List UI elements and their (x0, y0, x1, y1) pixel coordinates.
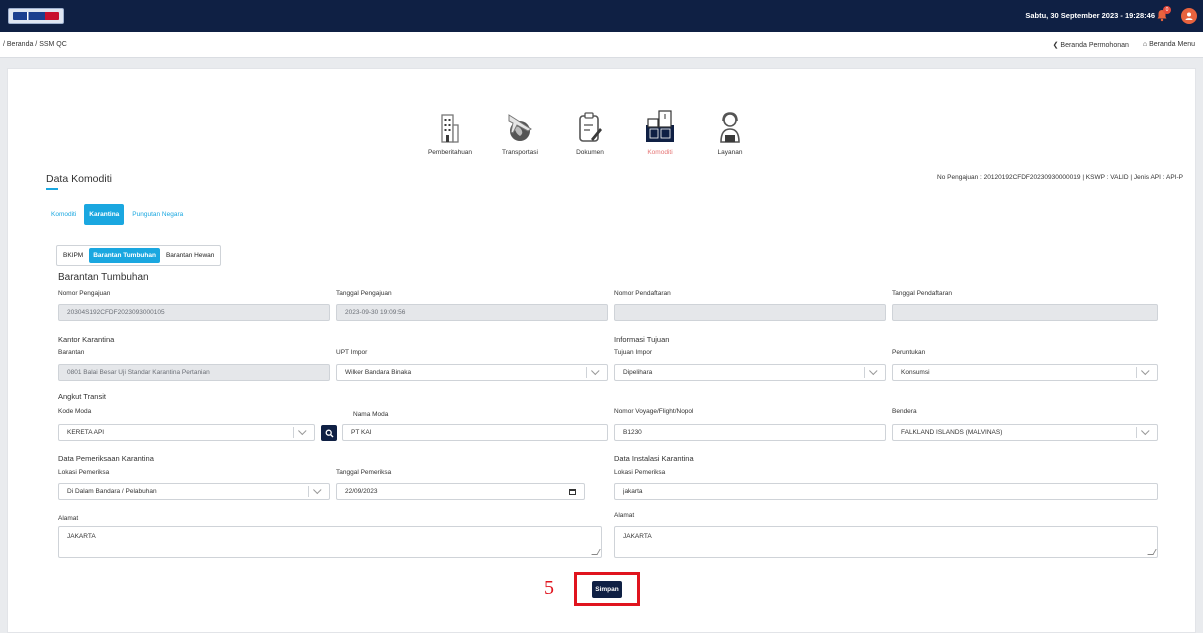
tab-pungutan-negara[interactable]: Pungutan Negara (127, 207, 188, 222)
tanggal-pengajuan-label: Tanggal Pengajuan (336, 290, 392, 297)
tab-karantina[interactable]: Karantina (84, 204, 125, 225)
tanggal-pemeriksa-input[interactable]: 22/09/2023 (336, 483, 585, 500)
resize-handle-icon[interactable] (1147, 549, 1157, 555)
chevron-down-icon (313, 485, 322, 494)
bendera-label: Bendera (892, 408, 917, 415)
support-agent-icon (695, 103, 765, 143)
search-icon (325, 429, 333, 437)
step-dokumen[interactable]: Dokumen (555, 103, 625, 156)
breadcrumb-bar: / Beranda / SSM QC ❮ Beranda Permohonan … (0, 32, 1203, 58)
lokasi-pemeriksa-2-input[interactable]: jakarta (614, 483, 1158, 500)
step-pemberitahuan[interactable]: Pemberitahuan (415, 103, 485, 156)
chevron-down-icon (591, 366, 600, 375)
tanggal-pendaftaran-label: Tanggal Pendaftaran (892, 290, 952, 297)
boxes-icon (625, 103, 695, 143)
alamat-label: Alamat (58, 515, 79, 522)
subtab-barantan-hewan[interactable]: Barantan Hewan (162, 248, 218, 263)
quarantine-subtabs: BKIPM Barantan Tumbuhan Barantan Hewan (56, 245, 222, 266)
upt-impor-select[interactable]: Wilker Bandara Binaka (336, 364, 608, 381)
nomor-pendaftaran-field (614, 304, 886, 321)
calendar-icon[interactable] (569, 488, 576, 495)
voyage-label: Nomor Voyage/Flight/Nopol (614, 408, 694, 415)
peruntukan-label: Peruntukan (892, 349, 926, 356)
title-underline (46, 188, 58, 190)
pemeriksaan-karantina-title: Data Pemeriksaan Karantina (58, 454, 154, 463)
step-label: Pemberitahuan (427, 149, 473, 156)
page-title: Data Komoditi (46, 173, 112, 185)
tujuan-impor-select[interactable]: Dipelihara (614, 364, 886, 381)
barantan-label: Barantan (58, 349, 85, 356)
main-tabs: Komoditi Karantina Pungutan Negara (46, 204, 188, 225)
peruntukan-select[interactable]: Konsumsi (892, 364, 1158, 381)
alamat-2-textarea[interactable]: JAKARTA (614, 526, 1158, 558)
chevron-down-icon (298, 426, 307, 435)
beranda-menu-link[interactable]: ⌂ Beranda Menu (1143, 41, 1195, 49)
bendera-select[interactable]: FALKLAND ISLANDS (MALVINAS) (892, 424, 1158, 441)
step-label: Dokumen (576, 149, 604, 156)
top-navbar: Sabtu, 30 September 2023 - 19:28:46 0 (0, 0, 1203, 32)
resize-handle-icon[interactable] (591, 549, 601, 555)
step-transportasi[interactable]: Transportasi (485, 103, 555, 156)
search-moda-button[interactable] (321, 425, 337, 441)
notification-badge: 0 (1163, 6, 1171, 14)
kode-moda-select[interactable]: KERETA API (58, 424, 315, 441)
nomor-pendaftaran-label: Nomor Pendaftaran (614, 290, 671, 297)
clipboard-icon (555, 103, 625, 143)
alamat-2-label: Alamat (614, 512, 635, 519)
tanggal-pemeriksa-label: Tanggal Pemeriksa (336, 469, 392, 476)
subtab-barantan-tumbuhan[interactable]: Barantan Tumbuhan (89, 248, 160, 263)
tanggal-pengajuan-field: 2023-09-30 19:09:56 (336, 304, 608, 321)
voyage-input[interactable]: B1230 (614, 424, 886, 441)
chevron-down-icon (869, 366, 878, 375)
upt-impor-label: UPT Impor (336, 349, 368, 356)
main-card: Pemberitahuan Transportasi Dokumen Komod… (7, 68, 1196, 633)
instalasi-karantina-title: Data Instalasi Karantina (614, 454, 694, 463)
subtab-bkipm[interactable]: BKIPM (59, 248, 87, 263)
step-komoditi[interactable]: Komoditi (625, 103, 695, 156)
angkut-transit-title: Angkut Transit (58, 392, 106, 401)
submission-info: No Pengajuan : 20120192CFDF2023093000001… (937, 174, 1183, 181)
alamat-textarea[interactable]: JAKARTA (58, 526, 602, 558)
breadcrumb[interactable]: / Beranda / SSM QC (3, 41, 67, 48)
lokasi-pemeriksa-select[interactable]: Di Dalam Bandara / Pelabuhan (58, 483, 330, 500)
user-avatar[interactable] (1181, 8, 1197, 24)
wizard-steps: Pemberitahuan Transportasi Dokumen Komod… (415, 103, 765, 156)
step-annotation-number: 5 (544, 577, 554, 599)
informasi-tujuan-title: Informasi Tujuan (614, 335, 670, 344)
chevron-down-icon (1141, 426, 1150, 435)
tanggal-pendaftaran-field (892, 304, 1158, 321)
building-icon (415, 103, 485, 143)
nama-moda-input[interactable]: PT KAI (342, 424, 608, 441)
lokasi-pemeriksa-2-label: Lokasi Pemeriksa (614, 469, 666, 476)
chevron-down-icon (1141, 366, 1150, 375)
tab-komoditi[interactable]: Komoditi (46, 207, 81, 222)
app-logo[interactable] (8, 8, 64, 24)
step-label: Komoditi (647, 149, 673, 156)
save-highlight-box: Simpan (574, 572, 640, 606)
step-label: Transportasi (502, 149, 538, 156)
current-datetime: Sabtu, 30 September 2023 - 19:28:46 (1025, 11, 1155, 20)
lokasi-pemeriksa-label: Lokasi Pemeriksa (58, 469, 110, 476)
kantor-karantina-title: Kantor Karantina (58, 335, 115, 344)
form-section-title: Barantan Tumbuhan (58, 272, 149, 283)
kode-moda-label: Kode Moda (58, 408, 92, 415)
step-label: Layanan (717, 149, 743, 156)
nomor-pengajuan-label: Nomor Pengajuan (58, 290, 111, 297)
step-layanan[interactable]: Layanan (695, 103, 765, 156)
save-button[interactable]: Simpan (592, 581, 622, 598)
tujuan-impor-label: Tujuan Impor (614, 349, 653, 356)
globe-plane-icon (485, 103, 555, 143)
barantan-field: 0801 Balai Besar Uji Standar Karantina P… (58, 364, 330, 381)
nama-moda-label: Nama Moda (353, 411, 389, 418)
beranda-permohonan-link[interactable]: ❮ Beranda Permohonan (1053, 41, 1129, 49)
nomor-pengajuan-field: 20304S192CFDF2023093000105 (58, 304, 330, 321)
